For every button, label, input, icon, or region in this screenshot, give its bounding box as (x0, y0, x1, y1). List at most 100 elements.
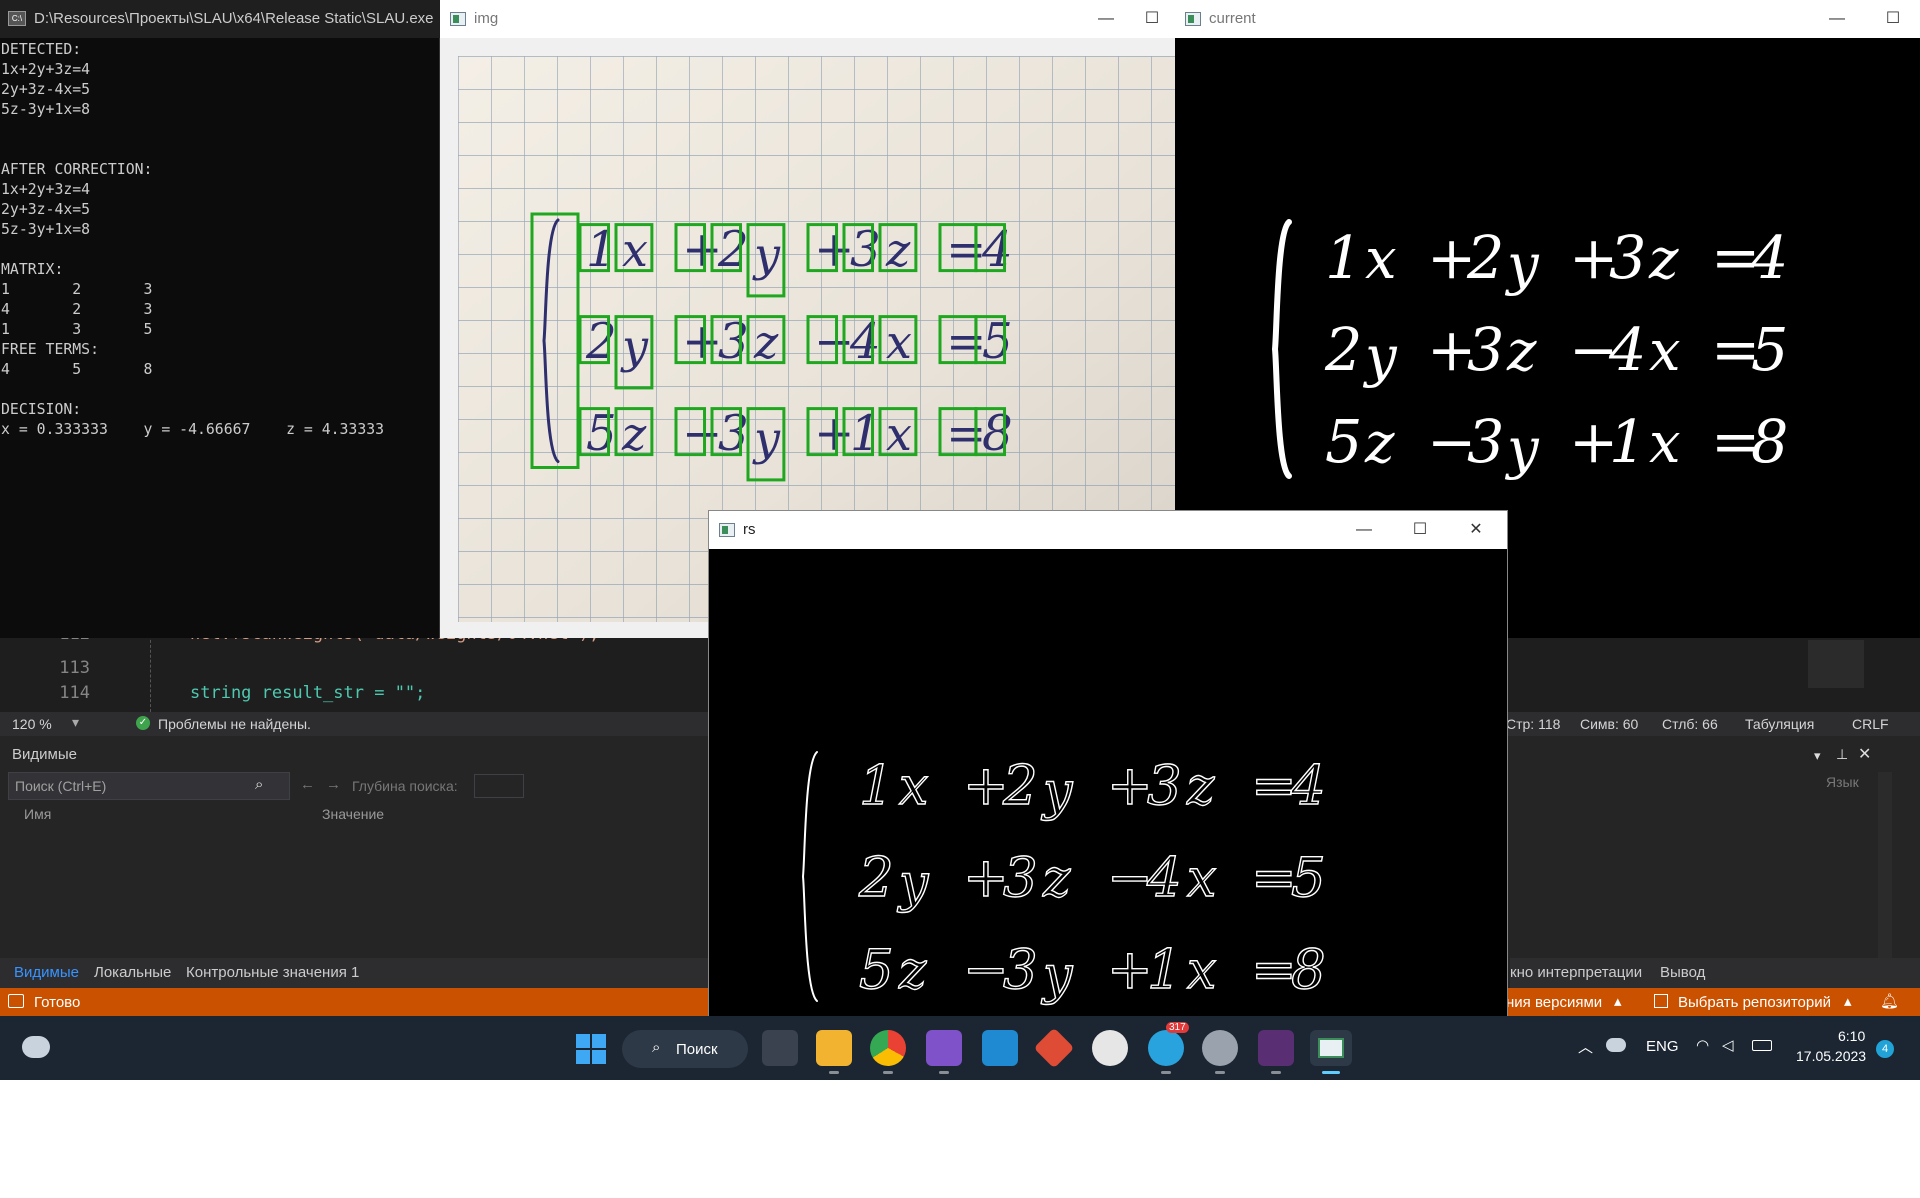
img-titlebar[interactable]: img — ☐ (440, 0, 1175, 38)
console-line: x = 0.333333 y = -4.66667 z = 4.33333 (1, 421, 385, 438)
equation-symbol: 1 (1325, 223, 1362, 292)
git-icon[interactable] (1033, 1027, 1075, 1069)
console-output: DETECTED: 1x+2y+3z=4 2y+3z-4x=5 5z-3y+1x… (1, 40, 384, 440)
current-titlebar[interactable]: current — ☐ (1175, 0, 1920, 38)
volume-icon[interactable]: ◁ (1722, 1036, 1734, 1054)
eol-indicator[interactable]: CRLF (1852, 716, 1889, 732)
search-placeholder: Поиск (Ctrl+E) (15, 778, 107, 794)
select-repo-button[interactable]: Выбрать репозиторий (1678, 994, 1831, 1011)
equation-symbol: x (899, 757, 928, 817)
column-indicator[interactable]: Стлб: 66 (1662, 716, 1718, 732)
column-header-lang[interactable]: Язык (1826, 774, 1859, 790)
equation-symbol: y (1504, 417, 1540, 482)
start-icon[interactable] (576, 1034, 606, 1064)
console-line: MATRIX: (1, 261, 64, 278)
check-icon: ✓ (136, 716, 150, 730)
settings-icon[interactable] (1202, 1030, 1238, 1074)
tab-interactive[interactable]: кно интерпретации (1510, 964, 1642, 981)
weather-icon[interactable] (22, 1036, 50, 1058)
wifi-icon[interactable]: ◠ (1696, 1036, 1709, 1054)
equation-symbol: 2 (1324, 315, 1362, 384)
vscode-icon[interactable] (982, 1030, 1018, 1066)
search-box[interactable]: ⌕ Поиск (622, 1030, 748, 1068)
chevron-up-icon[interactable]: ▴ (1844, 992, 1852, 1010)
scrollbar[interactable] (1878, 772, 1892, 988)
tab-output[interactable]: Вывод (1660, 964, 1705, 981)
battery-icon[interactable] (1752, 1040, 1772, 1051)
console-line: 5z-3y+1x=8 (1, 101, 91, 118)
telegram-icon[interactable]: 317 (1148, 1022, 1189, 1074)
column-header-name[interactable]: Имя (24, 806, 51, 822)
tab-locals[interactable]: Локальные (94, 964, 171, 981)
window-icon (450, 12, 466, 26)
console-line: 2y+3z-4x=5 (1, 81, 91, 98)
minimize-button[interactable]: — (1083, 6, 1129, 32)
close-icon[interactable]: ✕ (1858, 744, 1871, 764)
tab-watch-1[interactable]: Контрольные значения 1 (186, 964, 359, 981)
ready-status: Готово (34, 994, 81, 1011)
minimize-button[interactable]: — (1341, 517, 1387, 543)
indent-guide (150, 630, 151, 712)
notification-badge[interactable]: 4 (1876, 1040, 1894, 1058)
chevron-up-icon[interactable]: ︿ (1578, 1036, 1593, 1057)
equation-symbol: y (1041, 946, 1073, 1006)
tab-indicator[interactable]: Табуляция (1745, 716, 1814, 732)
forward-arrow-icon[interactable]: → (326, 776, 341, 793)
line-indicator[interactable]: Стр: 118 (1506, 716, 1560, 732)
terminal-icon[interactable] (1258, 1030, 1294, 1074)
chevron-down-icon[interactable]: ▾ (72, 714, 79, 731)
equation-symbol: y (1041, 762, 1073, 822)
github-icon[interactable] (1092, 1030, 1128, 1066)
bell-icon[interactable]: 🔔︎ (1880, 992, 1899, 1010)
minimize-button[interactable]: — (1814, 6, 1860, 32)
maximize-button[interactable]: ☐ (1397, 517, 1443, 543)
clock-time[interactable]: 6:10 (1838, 1028, 1865, 1044)
equation-symbol: + (1107, 937, 1153, 1001)
zoom-level[interactable]: 120 % (12, 716, 52, 732)
opencv-window-icon[interactable] (1310, 1030, 1352, 1074)
rs-window[interactable]: rs — ☐ ✕ 1 x +2 y +3 z = 4 2 y +3 z −4 x = 5 5 z −3 y +1 x = 8 (708, 510, 1508, 1020)
chrome-icon[interactable] (870, 1030, 906, 1074)
chevron-up-icon[interactable]: ▴ (1614, 992, 1622, 1010)
equation-symbol: 8 (1751, 407, 1788, 476)
equation-symbol: + (963, 845, 1009, 909)
code-line[interactable]: string result_str = ""; (190, 683, 425, 703)
task-view-icon[interactable] (762, 1030, 798, 1066)
rs-title: rs (743, 521, 756, 538)
maximize-button[interactable]: ☐ (1129, 6, 1175, 32)
file-explorer-icon[interactable] (816, 1030, 852, 1074)
console-titlebar[interactable]: C:\ D:\Resources\Проекты\SLAU\x64\Releas… (0, 0, 440, 38)
code-editor[interactable]: 112 net.fscanWeights("data/weights/04.ne… (0, 624, 1864, 712)
language-indicator[interactable]: ENG (1646, 1038, 1679, 1055)
console-line: DECISION: (1, 401, 82, 418)
panel-title: Видимые (12, 746, 77, 763)
console-window[interactable]: C:\ D:\Resources\Проекты\SLAU\x64\Releas… (0, 0, 440, 638)
rs-titlebar[interactable]: rs — ☐ ✕ (709, 511, 1507, 549)
depth-label: Глубина поиска: (352, 778, 458, 794)
visual-studio-icon[interactable] (926, 1030, 962, 1074)
maximize-button[interactable]: ☐ (1870, 6, 1916, 32)
onedrive-icon[interactable] (1606, 1038, 1626, 1052)
search-icon[interactable]: ⌕ (255, 776, 263, 793)
search-input[interactable]: Поиск (Ctrl+E) ⌕ (8, 772, 290, 800)
equation-symbol: x (622, 223, 648, 277)
minimap[interactable] (1808, 640, 1864, 688)
problems-status[interactable]: Проблемы не найдены. (158, 716, 311, 732)
depth-select[interactable] (474, 774, 524, 798)
equation-symbol: 2 (1002, 753, 1038, 817)
column-header-value[interactable]: Значение (322, 806, 384, 822)
pin-icon[interactable]: ⊥ (1836, 746, 1848, 763)
equation-symbol: 3 (1003, 845, 1038, 909)
repo-icon (1654, 994, 1668, 1008)
version-control[interactable]: ния версиями (1506, 994, 1602, 1011)
dropdown-icon[interactable]: ▾ (1814, 748, 1821, 764)
back-arrow-icon[interactable]: ← (300, 776, 315, 793)
symbol-indicator[interactable]: Симв: 60 (1580, 716, 1638, 732)
console-line: 1x+2y+3z=4 (1, 61, 91, 78)
line-number: 114 (59, 683, 90, 703)
clock-date[interactable]: 17.05.2023 (1796, 1048, 1866, 1064)
close-button[interactable]: ✕ (1453, 517, 1499, 543)
equation-symbol: 1 (1147, 937, 1182, 1001)
equation-symbol: z (885, 223, 911, 277)
tab-visible[interactable]: Видимые (14, 964, 79, 981)
